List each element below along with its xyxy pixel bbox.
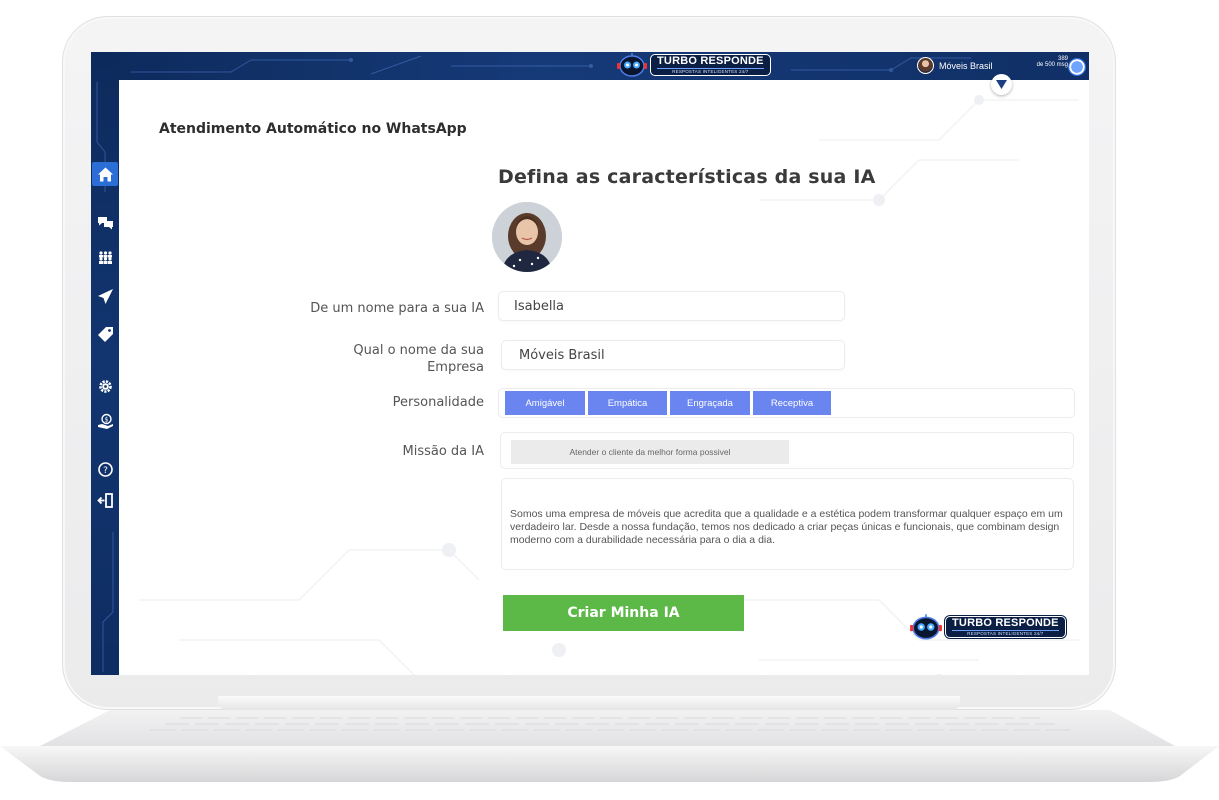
left-sidebar: $ ? xyxy=(91,52,119,675)
company-avatar xyxy=(917,57,934,74)
contacts-icon xyxy=(98,250,112,264)
sidebar-item-help[interactable]: ? xyxy=(92,457,118,481)
help-icon: ? xyxy=(97,461,113,477)
sidebar-item-settings[interactable] xyxy=(92,374,118,398)
personality-chip-amigavel[interactable]: Amigável xyxy=(505,391,585,415)
laptop-base xyxy=(0,706,1219,786)
brand-title: TURBO RESPONDE xyxy=(657,54,764,67)
personality-chip-engracada[interactable]: Engraçada xyxy=(670,391,750,415)
app-screen: TURBO RESPONDE RESPOSTAS INTELIGENTES 24… xyxy=(91,52,1089,675)
mission-select[interactable]: Atender o cliente da melhor forma possiv… xyxy=(511,440,789,464)
mission-label: Missão da IA xyxy=(402,444,484,459)
top-navigation-bar: TURBO RESPONDE RESPOSTAS INTELIGENTES 24… xyxy=(91,52,1089,80)
tag-icon xyxy=(97,326,113,342)
account-dropdown-button[interactable] xyxy=(991,74,1012,95)
company-selector[interactable]: Móveis Brasil xyxy=(917,57,993,74)
chevron-down-icon xyxy=(996,80,1007,89)
personality-chip-empatica[interactable]: Empática xyxy=(588,391,667,415)
message-usage-ring-icon xyxy=(1068,58,1086,76)
robot-mascot-icon xyxy=(617,53,647,77)
sidebar-item-payments[interactable]: $ xyxy=(92,409,118,433)
sidebar-item-home[interactable] xyxy=(92,162,118,186)
create-ai-button[interactable]: Criar Minha IA xyxy=(503,595,744,631)
company-label-line1: Qual o nome da sua xyxy=(353,343,484,358)
company-description-textarea[interactable]: Somos uma empresa de móveis que acredita… xyxy=(501,478,1074,570)
footer-brand-title: TURBO RESPONDE xyxy=(952,616,1059,629)
send-icon xyxy=(97,288,113,304)
robot-mascot-icon xyxy=(910,614,942,640)
home-icon xyxy=(97,167,113,181)
footer-brand-subtitle: RESPOSTAS INTELIGENTES 24/7 xyxy=(952,629,1059,637)
personality-chip-receptiva[interactable]: Receptiva xyxy=(753,391,831,415)
logout-icon xyxy=(96,492,113,508)
sidebar-item-contacts[interactable] xyxy=(92,245,118,269)
mission-container: Atender o cliente da melhor forma possiv… xyxy=(500,432,1074,469)
company-name: Móveis Brasil xyxy=(939,60,993,71)
sidebar-circuit-decoration xyxy=(96,82,114,672)
ai-name-field[interactable]: Isabella xyxy=(498,291,845,321)
ai-name-label: De um nome para a sua IA xyxy=(310,301,484,316)
page-title: Atendimento Automático no WhatsApp xyxy=(159,121,467,137)
company-name-label: Qual o nome da sua Empresa xyxy=(353,342,484,376)
chat-icon xyxy=(97,216,113,229)
payment-icon: $ xyxy=(97,413,113,429)
brand-subtitle: RESPOSTAS INTELIGENTES 24/7 xyxy=(657,67,764,75)
settings-icon xyxy=(98,379,112,393)
sidebar-item-chat[interactable] xyxy=(92,210,118,234)
company-label-line2: Empresa xyxy=(427,360,484,375)
message-total: de 500 msg xyxy=(1036,62,1068,69)
message-counter: 389 de 500 msg xyxy=(1024,56,1068,69)
sidebar-item-logout[interactable] xyxy=(92,488,118,512)
ai-avatar[interactable] xyxy=(492,202,562,272)
company-name-field[interactable]: Móveis Brasil xyxy=(501,340,845,370)
section-title: Defina as características da sua IA xyxy=(498,166,876,188)
personality-chips-container: Amigável Empática Engraçada Receptiva xyxy=(498,388,1075,418)
svg-text:$: $ xyxy=(104,415,108,423)
ai-avatar-photo xyxy=(492,202,562,272)
personality-label: Personalidade xyxy=(392,395,484,410)
sidebar-item-tags[interactable] xyxy=(92,322,118,346)
turbo-responde-logo[interactable]: TURBO RESPONDE RESPOSTAS INTELIGENTES 24… xyxy=(616,52,771,78)
sidebar-item-campaigns[interactable] xyxy=(92,284,118,308)
svg-text:?: ? xyxy=(103,466,108,476)
turbo-responde-footer-logo: TURBO RESPONDE RESPOSTAS INTELIGENTES 24… xyxy=(909,613,1066,641)
